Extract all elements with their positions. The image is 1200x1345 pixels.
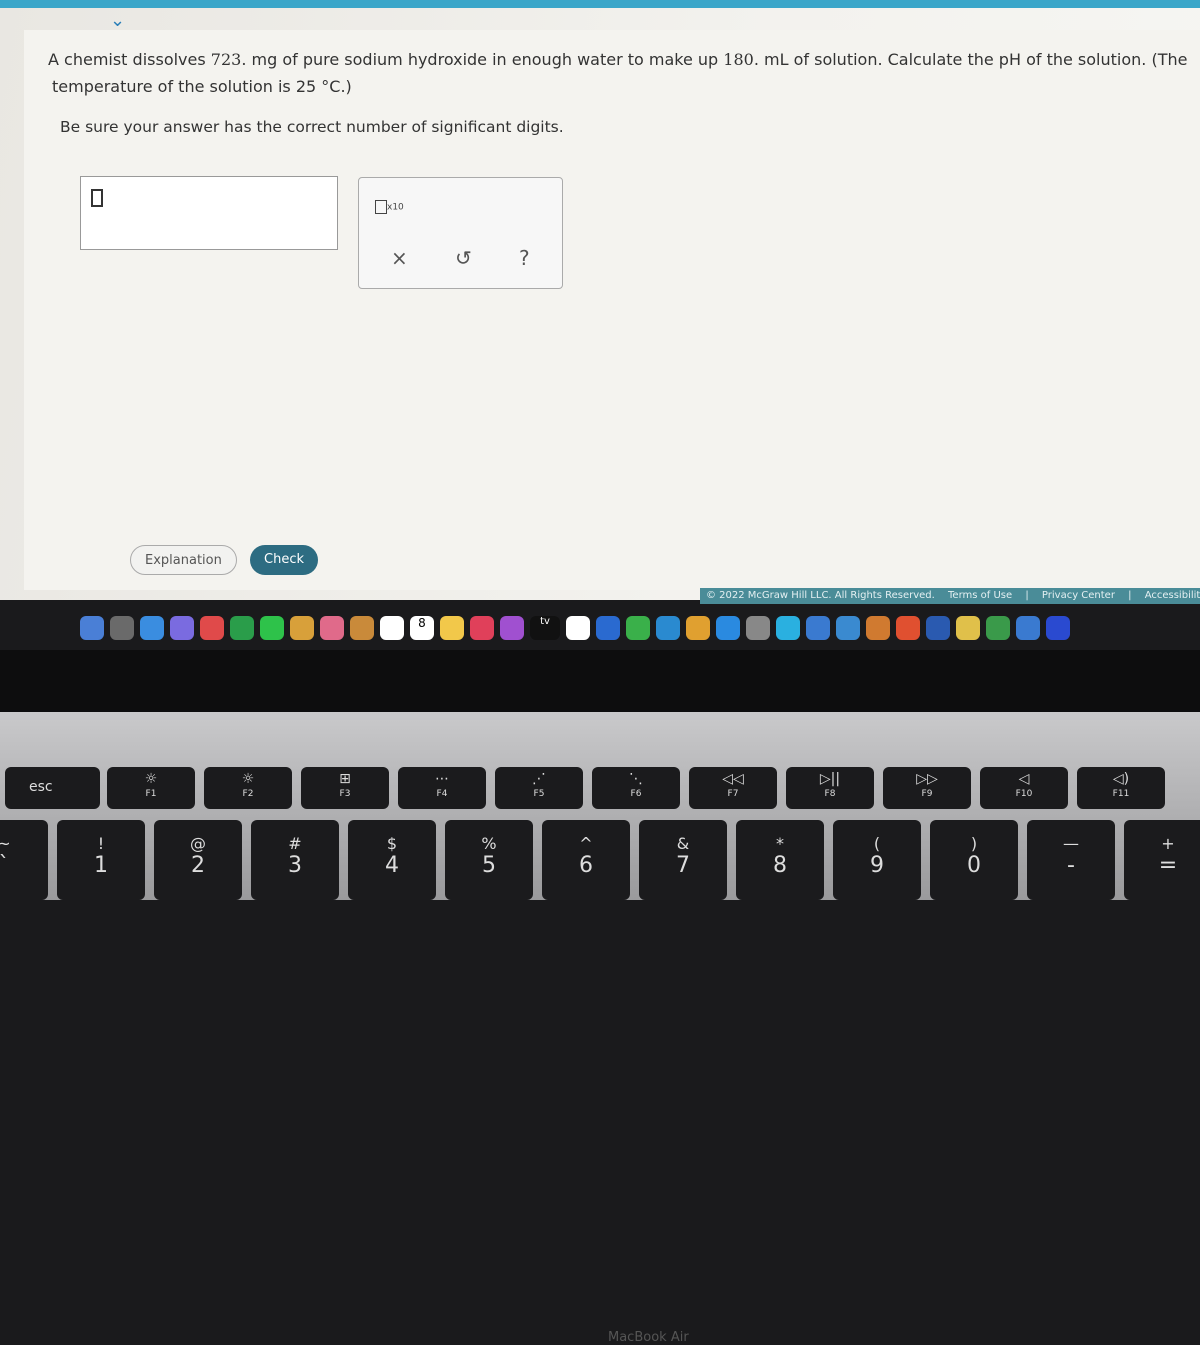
chevron-down-icon[interactable]: ⌄: [110, 10, 125, 31]
key-6[interactable]: ^ 6: [542, 820, 630, 900]
key-f6[interactable]: ⋱ F6: [592, 767, 680, 809]
input-placeholder-box: [91, 189, 103, 207]
key-8[interactable]: * 8: [736, 820, 824, 900]
help-icon[interactable]: ?: [519, 246, 530, 270]
dock-app-icon[interactable]: [110, 616, 134, 640]
answer-input[interactable]: [80, 176, 338, 250]
dock-app-icon[interactable]: [470, 616, 494, 640]
dock-app-icon[interactable]: [440, 616, 464, 640]
copyright: © 2022 McGraw Hill LLC. All Rights Reser…: [706, 590, 935, 601]
dock-app-icon[interactable]: [806, 616, 830, 640]
key-f8[interactable]: ▷|| F8: [786, 767, 874, 809]
key-f7[interactable]: ◁◁ F7: [689, 767, 777, 809]
math-toolbar: x10 × ↺ ?: [358, 177, 563, 289]
undo-icon[interactable]: ↺: [455, 246, 472, 270]
dock-app-icon[interactable]: [596, 616, 620, 640]
dock-app-icon[interactable]: [926, 616, 950, 640]
dock-app-icon[interactable]: [80, 616, 104, 640]
calendar-icon[interactable]: 8: [410, 616, 434, 640]
dock-app-icon[interactable]: [230, 616, 254, 640]
key-f10[interactable]: ◁ F10: [980, 767, 1068, 809]
dock-app-icon[interactable]: [566, 616, 590, 640]
check-button[interactable]: Check: [250, 545, 318, 575]
key-9[interactable]: (9: [833, 820, 921, 900]
separator: |: [1025, 590, 1029, 601]
explanation-button[interactable]: Explanation: [130, 545, 237, 575]
dock-app-icon[interactable]: [200, 616, 224, 640]
question-text-line2: temperature of the solution is 25 °C.): [52, 77, 352, 96]
dock-app-icon[interactable]: [1016, 616, 1040, 640]
key-=[interactable]: + =: [1124, 820, 1200, 900]
dock-app-icon[interactable]: [956, 616, 980, 640]
privacy-link[interactable]: Privacy Center: [1042, 590, 1115, 601]
dock-app-icon[interactable]: [290, 616, 314, 640]
dock-app-icon[interactable]: [896, 616, 920, 640]
dock-app-icon[interactable]: [380, 616, 404, 640]
dock-app-icon[interactable]: [500, 616, 524, 640]
key-f2[interactable]: ☼ F2: [204, 767, 292, 809]
key-f11[interactable]: ◁) F11: [1077, 767, 1165, 809]
dock-app-icon[interactable]: [140, 616, 164, 640]
dock-app-icon[interactable]: [656, 616, 680, 640]
dock-app-icon[interactable]: [686, 616, 710, 640]
laptop-label: MacBook Air: [608, 1330, 689, 1345]
key-0[interactable]: ) 0: [930, 820, 1018, 900]
laptop-bezel: MacBook Air: [0, 650, 1200, 1345]
separator: |: [1128, 590, 1132, 601]
key-5[interactable]: % 5: [445, 820, 533, 900]
dock-app-icon[interactable]: [986, 616, 1010, 640]
key-7[interactable]: & 7: [639, 820, 727, 900]
top-bar: [0, 0, 1200, 8]
dock-app-icon[interactable]: [716, 616, 740, 640]
accessibility-link[interactable]: Accessibility: [1145, 590, 1200, 601]
dock-app-icon[interactable]: [260, 616, 284, 640]
dock-app-icon[interactable]: [866, 616, 890, 640]
key--[interactable]: — -: [1027, 820, 1115, 900]
dock-app-icon[interactable]: [746, 616, 770, 640]
question-text-line1: A chemist dissolves 723. mg of pure sodi…: [48, 50, 1188, 69]
footer: © 2022 McGraw Hill LLC. All Rights Reser…: [700, 588, 1200, 604]
key-f3[interactable]: ⊞ F3: [301, 767, 389, 809]
dock-app-icon[interactable]: [836, 616, 860, 640]
apple-tv-icon[interactable]: tv: [530, 616, 560, 640]
key-`[interactable]: ~ `: [0, 820, 48, 900]
terms-link[interactable]: Terms of Use: [948, 590, 1012, 601]
key-f4[interactable]: ⋯ F4: [398, 767, 486, 809]
key-f1[interactable]: ☼ F1: [107, 767, 195, 809]
dock-app-icon[interactable]: [626, 616, 650, 640]
browser-screen: ⌄ A chemist dissolves 723. mg of pure so…: [0, 0, 1200, 604]
key-3[interactable]: #3: [251, 820, 339, 900]
dock-app-icon[interactable]: [350, 616, 374, 640]
question-panel: [24, 30, 1200, 590]
key-2[interactable]: @2: [154, 820, 242, 900]
key-esc[interactable]: esc: [5, 767, 100, 809]
dock-app-icon[interactable]: [170, 616, 194, 640]
dock: 8 tv: [80, 610, 1200, 646]
instruction-text: Be sure your answer has the correct numb…: [60, 118, 564, 136]
dock-app-icon[interactable]: [320, 616, 344, 640]
clear-icon[interactable]: ×: [391, 246, 408, 270]
dock-app-icon[interactable]: [1046, 616, 1070, 640]
key-4[interactable]: $4: [348, 820, 436, 900]
dock-app-icon[interactable]: [776, 616, 800, 640]
scientific-notation-button[interactable]: x10: [375, 200, 404, 214]
key-f9[interactable]: ▷▷ F9: [883, 767, 971, 809]
key-1[interactable]: ! 1: [57, 820, 145, 900]
key-f5[interactable]: ⋰ F5: [495, 767, 583, 809]
keyboard: esc ☼ F1 ☼ F2 ⊞ F3 ⋯ F4 ⋰ F5 ⋱ F6 ◁◁ F7 ▷|| F8 ▷▷ F9 ◁ F10 ◁)…: [0, 712, 1200, 900]
